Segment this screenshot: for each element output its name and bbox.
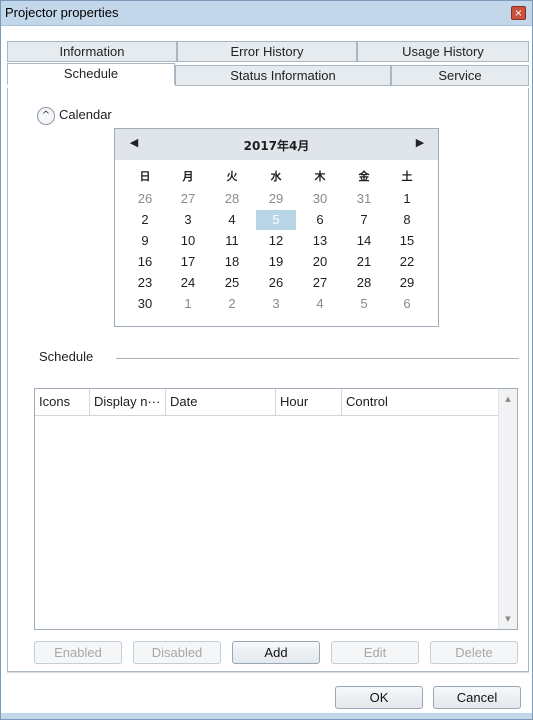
calendar-day[interactable]: 28	[344, 273, 384, 293]
tab-service[interactable]: Service	[391, 65, 529, 86]
column-header-control[interactable]: Control	[342, 389, 499, 415]
disabled-button[interactable]: Disabled	[133, 641, 221, 664]
schedule-divider	[116, 358, 519, 359]
calendar-day[interactable]: 17	[168, 252, 208, 272]
calendar-day[interactable]: 4	[212, 210, 252, 230]
calendar-day[interactable]: 12	[256, 231, 296, 251]
vertical-scrollbar[interactable]: ▲ ▼	[498, 389, 517, 629]
tab-status-information[interactable]: Status Information	[175, 65, 391, 86]
tab-information[interactable]: Information	[7, 41, 177, 62]
enabled-button[interactable]: Enabled	[34, 641, 122, 664]
calendar-day[interactable]: 6	[300, 210, 340, 230]
calendar-day[interactable]: 31	[344, 189, 384, 209]
calendar-day[interactable]: 24	[168, 273, 208, 293]
calendar-day[interactable]: 26	[256, 273, 296, 293]
column-header-icons[interactable]: Icons	[35, 389, 90, 415]
weekday-header: 月	[182, 171, 194, 183]
projector-properties-window: Projector properties × Information Error…	[0, 0, 533, 720]
weekday-header: 土	[401, 171, 413, 183]
close-icon: ×	[514, 8, 523, 19]
schedule-group-label: Schedule	[39, 349, 94, 364]
calendar-header: ◀ 2017年4月 ▶	[115, 129, 438, 160]
column-header-display-name[interactable]: Display n···	[90, 389, 166, 415]
calendar-day[interactable]: 18	[212, 252, 252, 272]
calendar-day[interactable]: 27	[168, 189, 208, 209]
calendar-day[interactable]: 14	[344, 231, 384, 251]
calendar-day[interactable]: 27	[300, 273, 340, 293]
calendar-day[interactable]: 9	[125, 231, 165, 251]
calendar-day[interactable]: 3	[168, 210, 208, 230]
calendar-day[interactable]: 6	[387, 294, 427, 314]
calendar-day[interactable]: 5	[256, 210, 296, 230]
calendar-label: Calendar	[59, 107, 112, 122]
calendar-day[interactable]: 8	[387, 210, 427, 230]
calendar-day[interactable]: 19	[256, 252, 296, 272]
weekday-header: 火	[226, 171, 238, 183]
column-header-date[interactable]: Date	[166, 389, 276, 415]
calendar-day[interactable]: 26	[125, 189, 165, 209]
calendar-day[interactable]: 7	[344, 210, 384, 230]
calendar-day[interactable]: 2	[212, 294, 252, 314]
calendar-day[interactable]: 23	[125, 273, 165, 293]
calendar-day[interactable]: 1	[387, 189, 427, 209]
footer-divider	[7, 672, 529, 673]
calendar-day[interactable]: 29	[387, 273, 427, 293]
weekday-header: 日	[139, 171, 151, 183]
calendar-day[interactable]: 13	[300, 231, 340, 251]
window-bottom-border	[1, 713, 532, 719]
weekday-header: 木	[314, 171, 326, 183]
add-button[interactable]: Add	[232, 641, 320, 664]
tab-schedule[interactable]: Schedule	[7, 63, 175, 85]
title-bar: Projector properties ×	[1, 1, 532, 26]
tab-usage-history[interactable]: Usage History	[357, 41, 529, 62]
next-month-button[interactable]: ▶	[413, 136, 427, 149]
calendar-day[interactable]: 25	[212, 273, 252, 293]
edit-button[interactable]: Edit	[331, 641, 419, 664]
calendar: ◀ 2017年4月 ▶ 日月火水木金土 26 27 28 29 30 31 1 2 3 4 5 6 7 8 9…	[114, 128, 439, 327]
window-title: Projector properties	[5, 5, 119, 20]
calendar-day[interactable]: 10	[168, 231, 208, 251]
column-header-hour[interactable]: Hour	[276, 389, 342, 415]
schedule-table-header: Icons Display n··· Date Hour Control	[35, 389, 499, 416]
calendar-month-title[interactable]: 2017年4月	[115, 137, 438, 154]
scroll-up-icon[interactable]: ▲	[499, 395, 517, 403]
schedule-table[interactable]: Icons Display n··· Date Hour Control ▲ ▼	[34, 388, 518, 630]
weekday-header: 金	[358, 171, 370, 183]
calendar-day[interactable]: 5	[344, 294, 384, 314]
calendar-day[interactable]: 16	[125, 252, 165, 272]
calendar-collapse-button[interactable]: ^	[37, 107, 55, 125]
calendar-day[interactable]: 20	[300, 252, 340, 272]
scroll-down-icon[interactable]: ▼	[499, 615, 517, 623]
calendar-day[interactable]: 30	[125, 294, 165, 314]
weekday-header: 水	[270, 171, 282, 183]
calendar-day[interactable]: 2	[125, 210, 165, 230]
calendar-day[interactable]: 11	[212, 231, 252, 251]
calendar-day[interactable]: 22	[387, 252, 427, 272]
calendar-day[interactable]: 4	[300, 294, 340, 314]
calendar-day[interactable]: 29	[256, 189, 296, 209]
tab-error-history[interactable]: Error History	[177, 41, 357, 62]
cancel-button[interactable]: Cancel	[433, 686, 521, 709]
calendar-day[interactable]: 3	[256, 294, 296, 314]
chevron-up-icon: ^	[41, 110, 51, 121]
calendar-day[interactable]: 28	[212, 189, 252, 209]
calendar-day[interactable]: 30	[300, 189, 340, 209]
ok-button[interactable]: OK	[335, 686, 423, 709]
delete-button[interactable]: Delete	[430, 641, 518, 664]
calendar-day[interactable]: 21	[344, 252, 384, 272]
calendar-day[interactable]: 15	[387, 231, 427, 251]
close-button[interactable]: ×	[511, 6, 526, 20]
calendar-day[interactable]: 1	[168, 294, 208, 314]
